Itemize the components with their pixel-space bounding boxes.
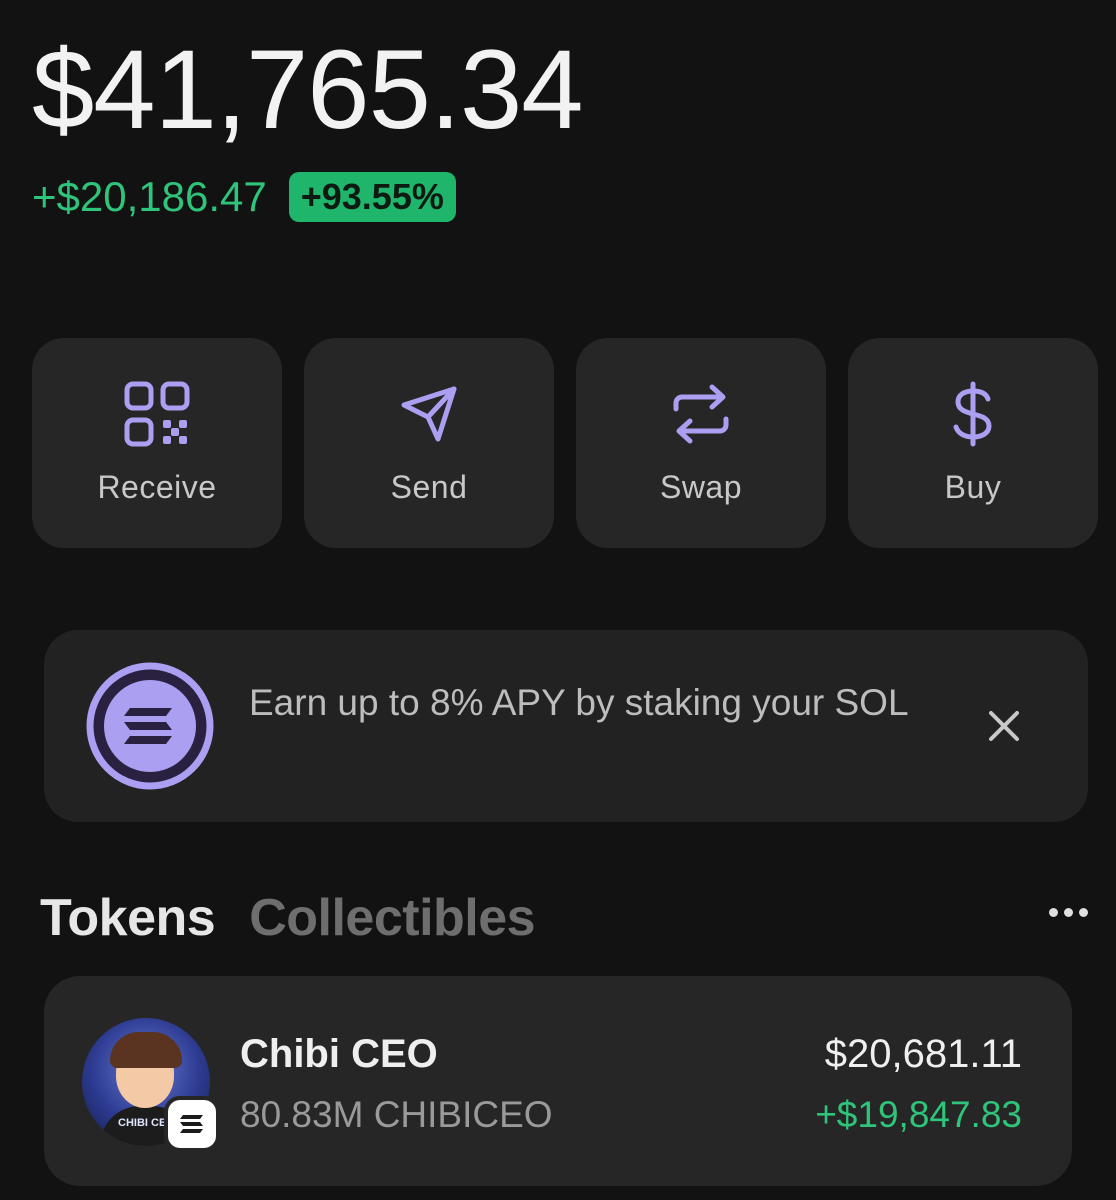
swap-icon	[668, 381, 734, 447]
asset-tabs: Tokens Collectibles	[40, 888, 536, 948]
send-icon	[396, 381, 462, 447]
receive-label: Receive	[97, 468, 217, 505]
close-icon[interactable]	[986, 708, 1022, 744]
balance-change-amount: +$20,186.47	[32, 173, 267, 220]
staking-promo-banner[interactable]: Earn up to 8% APY by staking your SOL	[44, 630, 1088, 822]
solana-chain-icon	[164, 1096, 220, 1152]
send-button[interactable]: Send	[304, 338, 554, 548]
more-dot	[1064, 908, 1073, 917]
more-options-icon[interactable]	[1049, 908, 1088, 917]
tab-collectibles[interactable]: Collectibles	[249, 888, 535, 948]
more-dot	[1049, 908, 1058, 917]
solana-icon	[86, 662, 214, 790]
action-buttons: Receive Send Swap Buy	[32, 338, 1098, 548]
dollar-icon	[940, 381, 1006, 447]
token-row[interactable]: CHIBI CEO Chibi CEO 80.83M CHIBICEO $20,…	[44, 976, 1072, 1186]
balance-change-percent-badge: +93.55%	[288, 172, 456, 222]
balance-change-row: +$20,186.47 +93.55%	[32, 172, 456, 222]
token-amount: 80.83M CHIBICEO	[240, 1094, 553, 1135]
buy-button[interactable]: Buy	[848, 338, 1098, 548]
qr-code-icon	[124, 381, 190, 447]
more-dot	[1079, 908, 1088, 917]
token-name: Chibi CEO	[240, 1032, 438, 1076]
send-label: Send	[390, 468, 468, 505]
avatar-hair	[110, 1032, 182, 1068]
tab-tokens[interactable]: Tokens	[40, 888, 216, 948]
receive-button[interactable]: Receive	[32, 338, 282, 548]
buy-label: Buy	[944, 468, 1002, 505]
total-balance: $41,765.34	[32, 27, 584, 152]
promo-text: Earn up to 8% APY by staking your SOL	[249, 682, 909, 723]
token-change: +$19,847.83	[815, 1094, 1022, 1135]
swap-button[interactable]: Swap	[576, 338, 826, 548]
token-value: $20,681.11	[824, 1032, 1022, 1076]
wallet-screen: $41,765.34 +$20,186.47 +93.55% Receive S…	[0, 0, 1116, 1200]
swap-label: Swap	[659, 468, 743, 505]
